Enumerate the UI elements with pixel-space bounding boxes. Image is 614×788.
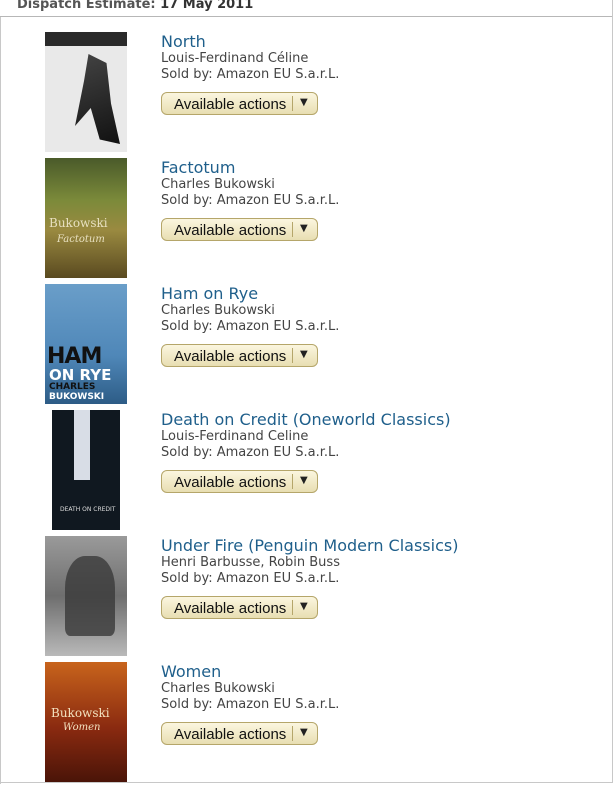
button-divider <box>292 726 293 741</box>
available-actions-button[interactable]: Available actions ▼ <box>161 218 318 241</box>
item-seller: Sold by: Amazon EU S.a.r.L. <box>161 319 340 334</box>
item-info: Death on Credit (Oneworld Classics) Loui… <box>161 410 451 461</box>
available-actions-label: Available actions <box>174 474 287 491</box>
item-author: Charles Bukowski <box>161 303 275 318</box>
item-info: Factotum Charles Bukowski Sold by: Amazo… <box>161 158 339 209</box>
item-title-link[interactable]: Factotum <box>161 158 339 177</box>
item-title-link[interactable]: Women <box>161 662 339 681</box>
item-info: North Louis-Ferdinand Céline Sold by: Am… <box>161 32 339 83</box>
cover-text: Bukowski <box>49 216 108 230</box>
order-item: North Louis-Ferdinand Céline Sold by: Am… <box>0 32 612 158</box>
available-actions-label: Available actions <box>174 222 287 239</box>
button-divider <box>292 474 293 489</box>
book-cover-image[interactable] <box>45 536 127 656</box>
cover-text: Bukowski <box>51 706 110 720</box>
order-item: Under Fire (Penguin Modern Classics) Hen… <box>0 536 612 662</box>
order-item: Bukowski Factotum Factotum Charles Bukow… <box>0 158 612 284</box>
item-title-link[interactable]: North <box>161 32 339 51</box>
dropdown-arrow-icon[interactable]: ▼ <box>300 223 308 234</box>
item-info: Women Charles Bukowski Sold by: Amazon E… <box>161 662 339 713</box>
dropdown-arrow-icon[interactable]: ▼ <box>300 475 308 486</box>
item-seller: Sold by: Amazon EU S.a.r.L. <box>161 67 340 82</box>
book-cover-image[interactable]: Bukowski Women <box>45 662 127 782</box>
available-actions-button[interactable]: Available actions ▼ <box>161 722 318 745</box>
button-divider <box>292 96 293 111</box>
available-actions-label: Available actions <box>174 600 287 617</box>
cover-text: CHARLES <box>49 382 96 392</box>
item-author: Charles Bukowski <box>161 177 275 192</box>
order-item: Bukowski Women Women Charles Bukowski So… <box>0 662 612 788</box>
dispatch-label: Dispatch Estimate: <box>17 0 156 12</box>
book-cover-image[interactable]: DEATH ON CREDIT <box>52 410 120 530</box>
item-title-link[interactable]: Ham on Rye <box>161 284 339 303</box>
available-actions-label: Available actions <box>174 348 287 365</box>
item-info: Under Fire (Penguin Modern Classics) Hen… <box>161 536 458 587</box>
available-actions-label: Available actions <box>174 726 287 743</box>
book-cover-image[interactable]: HAM ON RYE CHARLES BUKOWSKI <box>45 284 127 404</box>
cover-text: Factotum <box>57 234 105 245</box>
button-divider <box>292 600 293 615</box>
button-divider <box>292 222 293 237</box>
dropdown-arrow-icon[interactable]: ▼ <box>300 97 308 108</box>
book-cover-image[interactable]: Bukowski Factotum <box>45 158 127 278</box>
item-title-link[interactable]: Death on Credit (Oneworld Classics) <box>161 410 451 429</box>
item-seller: Sold by: Amazon EU S.a.r.L. <box>161 445 340 460</box>
item-info: Ham on Rye Charles Bukowski Sold by: Ama… <box>161 284 339 335</box>
cover-text: BUKOWSKI <box>49 392 105 402</box>
dispatch-header: Dispatch Estimate: 17 May 2011 <box>0 0 612 17</box>
dispatch-date: 17 May 2011 <box>160 0 254 12</box>
dropdown-arrow-icon[interactable]: ▼ <box>300 349 308 360</box>
item-author: Henri Barbusse, Robin Buss <box>161 555 340 570</box>
item-seller: Sold by: Amazon EU S.a.r.L. <box>161 571 340 586</box>
item-author: Louis-Ferdinand Celine <box>161 429 309 444</box>
item-seller: Sold by: Amazon EU S.a.r.L. <box>161 193 340 208</box>
dropdown-arrow-icon[interactable]: ▼ <box>300 601 308 612</box>
item-author: Charles Bukowski <box>161 681 275 696</box>
available-actions-button[interactable]: Available actions ▼ <box>161 596 318 619</box>
button-divider <box>292 348 293 363</box>
order-item: HAM ON RYE CHARLES BUKOWSKI Ham on Rye C… <box>0 284 612 410</box>
book-cover-image[interactable] <box>45 32 127 152</box>
dropdown-arrow-icon[interactable]: ▼ <box>300 727 308 738</box>
item-title-link[interactable]: Under Fire (Penguin Modern Classics) <box>161 536 458 555</box>
cover-text: DEATH ON CREDIT <box>60 506 116 513</box>
available-actions-button[interactable]: Available actions ▼ <box>161 344 318 367</box>
dispatch-estimate: Dispatch Estimate: 17 May 2011 <box>17 0 253 12</box>
available-actions-label: Available actions <box>174 96 287 113</box>
available-actions-button[interactable]: Available actions ▼ <box>161 470 318 493</box>
order-item: DEATH ON CREDIT Death on Credit (Oneworl… <box>0 410 612 536</box>
item-author: Louis-Ferdinand Céline <box>161 51 309 66</box>
available-actions-button[interactable]: Available actions ▼ <box>161 92 318 115</box>
item-seller: Sold by: Amazon EU S.a.r.L. <box>161 697 340 712</box>
cover-text: Women <box>63 722 101 733</box>
